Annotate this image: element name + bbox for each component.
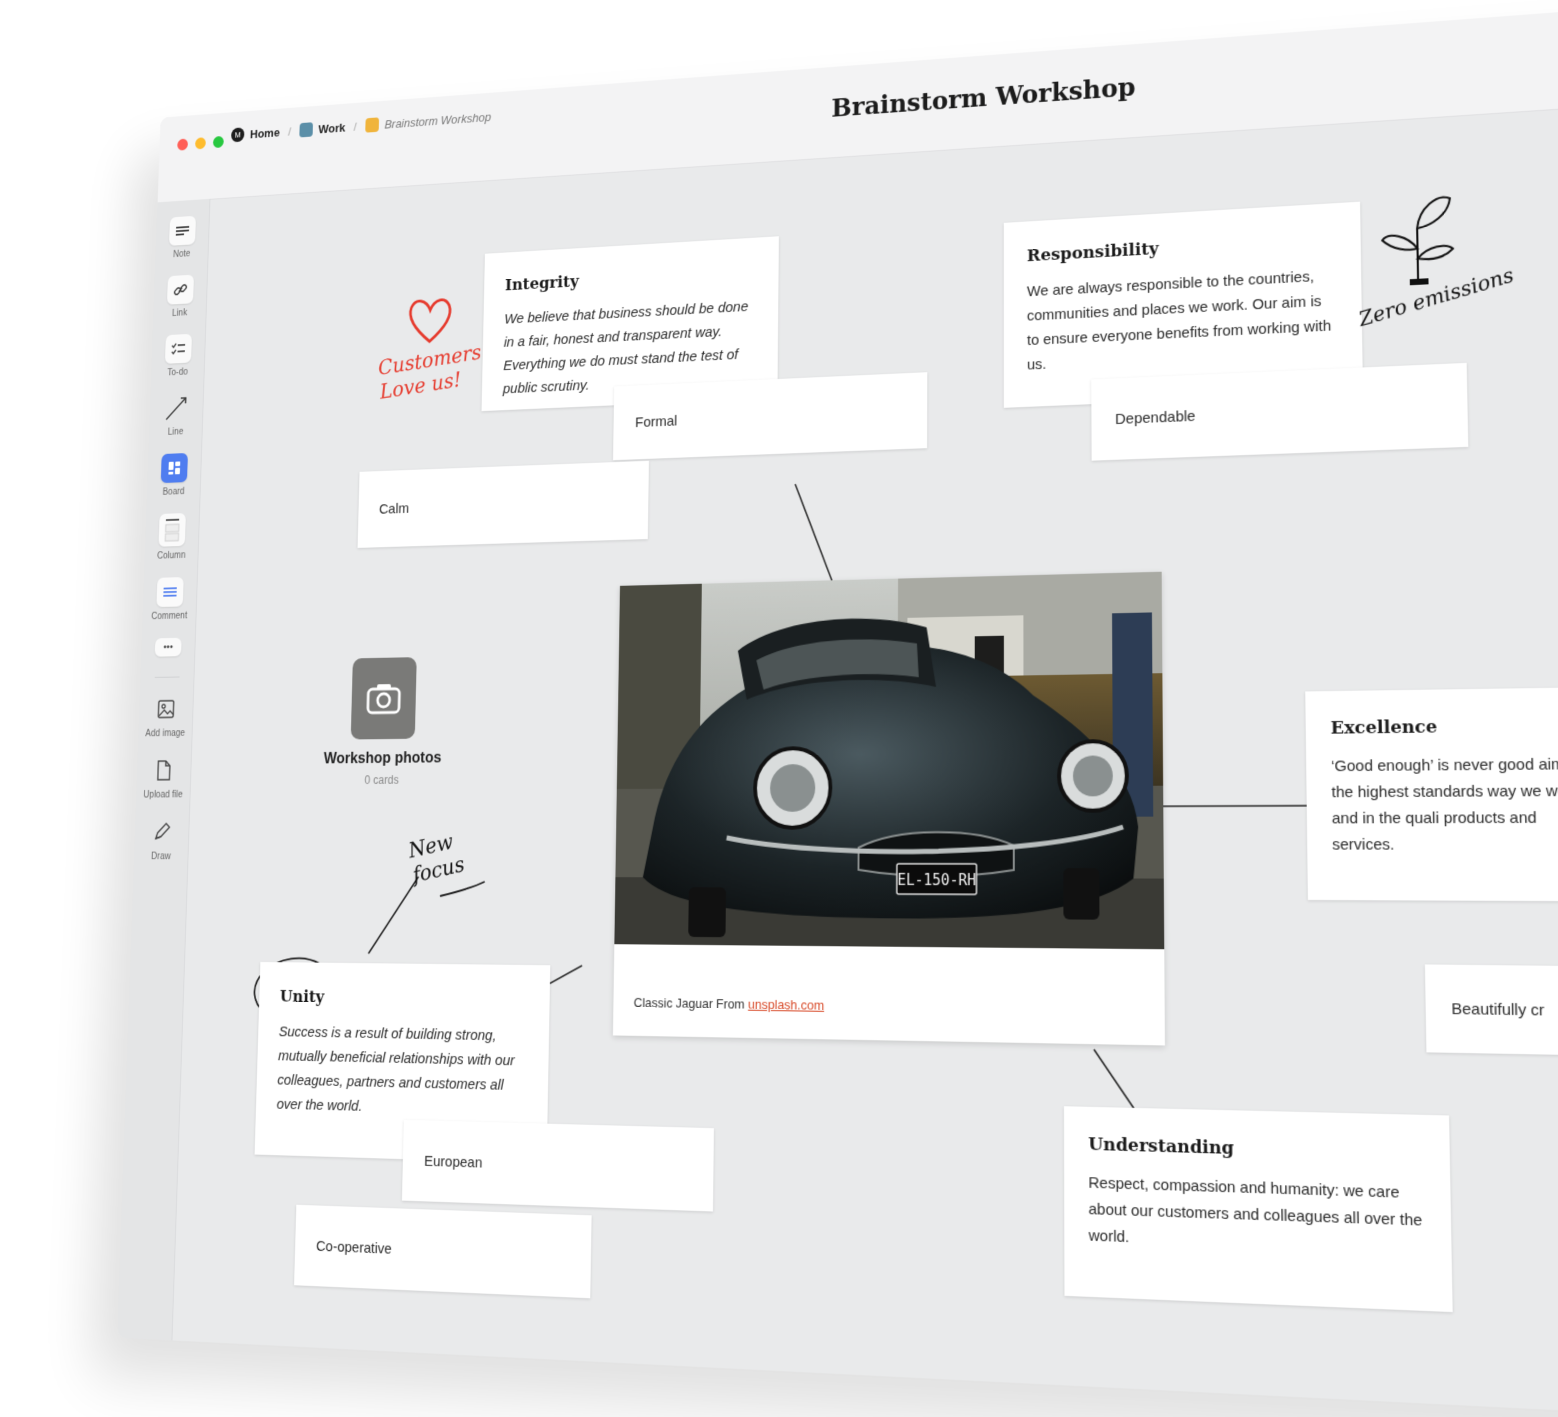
board-count: 0 cards: [364, 773, 399, 787]
pencil-icon: [148, 817, 176, 847]
handwritten-new-focus-note: New focus: [407, 828, 508, 888]
app-window: M Home / Work / Brainstorm Workshop Brai…: [117, 5, 1558, 1417]
car-image: EL-150-RH: [614, 571, 1165, 950]
breadcrumb-separator: /: [353, 119, 357, 134]
breadcrumb-separator: /: [287, 124, 292, 138]
column-icon: [158, 513, 186, 547]
toolbar-divider: [154, 676, 180, 678]
todo-icon: [164, 333, 192, 364]
card-body: Respect, compassion and humanity: we car…: [1088, 1174, 1423, 1247]
card-body: We are always responsible to the countri…: [1026, 268, 1332, 374]
minimize-window-button[interactable]: [194, 137, 206, 150]
tag-cooperative[interactable]: Co-operative: [294, 1204, 592, 1299]
tag-formal[interactable]: Formal: [613, 372, 928, 461]
image-caption: Classic Jaguar From unsplash.com: [633, 994, 825, 1013]
comment-icon: [156, 577, 184, 608]
file-icon: [150, 755, 178, 785]
tool-column[interactable]: Column: [157, 513, 187, 561]
note-icon: [169, 215, 196, 246]
tool-line[interactable]: Line: [162, 393, 190, 438]
breadcrumb: M Home / Work / Brainstorm Workshop: [230, 109, 491, 143]
jaguar-photo[interactable]: EL-150-RH: [614, 571, 1165, 950]
tool-upload-file[interactable]: Upload file: [143, 755, 184, 800]
zoom-window-button[interactable]: [212, 135, 224, 149]
tool-link[interactable]: Link: [166, 274, 194, 319]
tool-todo[interactable]: To-do: [164, 333, 192, 378]
tool-comment[interactable]: Comment: [151, 577, 188, 622]
board-folder-icon: [364, 117, 379, 133]
tool-board[interactable]: Board: [160, 452, 188, 498]
license-plate-text: EL-150-RH: [897, 872, 976, 890]
page-title: Brainstorm Workshop: [831, 73, 1136, 124]
board-canvas[interactable]: Integrity We believe that business shoul…: [172, 103, 1558, 1417]
breadcrumb-work[interactable]: Work: [299, 120, 346, 138]
card-title: Responsibility: [1026, 239, 1159, 267]
card-body: ‘Good enough’ is never good aim for the …: [1331, 755, 1558, 854]
image-icon: [152, 694, 180, 724]
card-title: Unity: [279, 987, 325, 1008]
line-icon: [163, 393, 190, 423]
home-icon: M: [230, 127, 245, 143]
new-focus-annotation: New focus: [406, 829, 467, 889]
tag-european[interactable]: European: [401, 1119, 714, 1212]
card-body: Success is a result of building strong, …: [276, 1023, 515, 1115]
tag-dependable[interactable]: Dependable: [1091, 362, 1469, 461]
tag-calm[interactable]: Calm: [357, 460, 649, 548]
understanding-card[interactable]: Understanding Respect, compassion and hu…: [1063, 1106, 1453, 1313]
unsplash-link[interactable]: unsplash.com: [748, 997, 824, 1013]
handwritten-zero-emissions-note: Zero emissions: [1355, 182, 1524, 331]
link-icon: [166, 274, 194, 305]
board-icon: [160, 452, 188, 484]
window-controls: [177, 135, 224, 151]
board-name: Workshop photos: [323, 749, 442, 768]
heart-icon: [404, 292, 457, 346]
camera-icon: [350, 657, 417, 740]
tag-beautifully-crafted[interactable]: Beautifully cr: [1424, 964, 1558, 1057]
card-title: Excellence: [1330, 716, 1438, 739]
breadcrumb-home[interactable]: M Home: [230, 125, 280, 143]
workshop-photos-board[interactable]: Workshop photos 0 cards: [308, 656, 458, 787]
more-tools-button[interactable]: •••: [154, 637, 182, 657]
tool-draw[interactable]: Draw: [147, 817, 175, 862]
breadcrumb-current[interactable]: Brainstorm Workshop: [364, 109, 491, 133]
tool-note[interactable]: Note: [169, 215, 196, 260]
tool-add-image[interactable]: Add image: [145, 694, 186, 739]
excellence-card[interactable]: Excellence ‘Good enough’ is never good a…: [1305, 686, 1558, 902]
jaguar-image-card[interactable]: EL-150-RH Classic Jaguar From unsplash.c…: [612, 571, 1165, 1046]
folder-icon: [299, 122, 313, 138]
card-title: Understanding: [1088, 1134, 1235, 1160]
card-title: Integrity: [504, 272, 579, 295]
handwritten-customers-note: Customers Love us!: [378, 290, 492, 404]
close-window-button[interactable]: [177, 138, 189, 151]
more-icon: •••: [154, 637, 182, 657]
